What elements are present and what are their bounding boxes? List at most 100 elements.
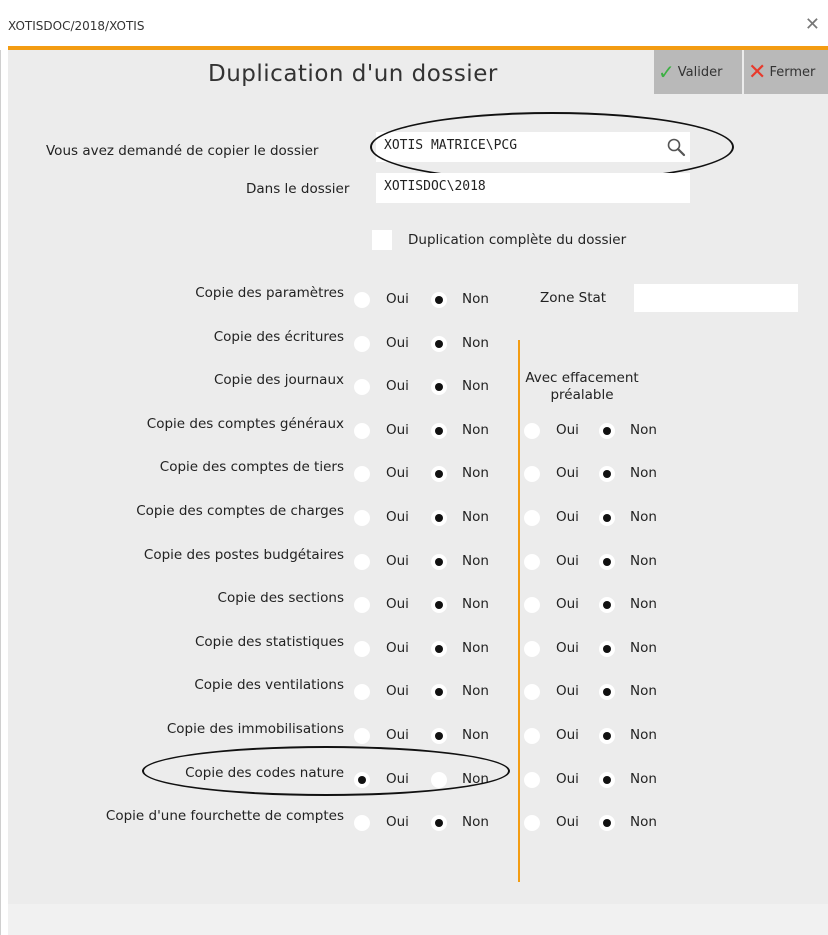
- option-row: Copie des ventilations Oui Non Oui Non: [8, 677, 828, 705]
- copy-oui-label: Oui: [386, 422, 409, 438]
- effacement-oui-label: Oui: [556, 683, 579, 699]
- copy-oui-radio[interactable]: [354, 379, 370, 395]
- copy-non-label: Non: [462, 640, 489, 656]
- option-row: Copie des paramètres Oui Non: [8, 285, 828, 313]
- copy-non-radio[interactable]: [431, 772, 447, 788]
- effacement-oui-radio[interactable]: [524, 423, 540, 439]
- copy-oui-radio[interactable]: [354, 772, 370, 788]
- effacement-non-radio[interactable]: [599, 728, 615, 744]
- effacement-oui-label: Oui: [556, 640, 579, 656]
- effacement-oui-radio[interactable]: [524, 684, 540, 700]
- copy-oui-label: Oui: [386, 553, 409, 569]
- option-row: Copie des comptes de tiers Oui Non Oui Non: [8, 459, 828, 487]
- copy-oui-radio[interactable]: [354, 423, 370, 439]
- copy-non-label: Non: [462, 291, 489, 307]
- copy-oui-radio[interactable]: [354, 728, 370, 744]
- option-label: Copie des comptes de charges: [136, 503, 344, 519]
- effacement-non-label: Non: [630, 640, 657, 656]
- dialog-title: Duplication d'un dossier: [208, 61, 498, 87]
- effacement-oui-radio[interactable]: [524, 554, 540, 570]
- effacement-oui-label: Oui: [556, 727, 579, 743]
- copy-non-radio[interactable]: [431, 815, 447, 831]
- option-row: Copie des comptes généraux Oui Non Oui Non: [8, 416, 828, 444]
- copy-oui-label: Oui: [386, 291, 409, 307]
- option-label: Copie des immobilisations: [166, 721, 344, 737]
- target-folder-input[interactable]: XOTISDOC\2018: [376, 173, 690, 203]
- copy-oui-radio[interactable]: [354, 336, 370, 352]
- effacement-non-radio[interactable]: [599, 597, 615, 613]
- full-copy-checkbox[interactable]: [372, 230, 392, 250]
- option-label: Copie des codes nature: [185, 765, 344, 781]
- option-row: Copie d'une fourchette de comptes Oui Non O…: [8, 808, 828, 836]
- option-row: Copie des statistiques Oui Non Oui Non: [8, 634, 828, 662]
- copy-non-radio[interactable]: [431, 510, 447, 526]
- copy-non-radio[interactable]: [431, 292, 447, 308]
- effacement-non-radio[interactable]: [599, 641, 615, 657]
- copy-oui-radio[interactable]: [354, 292, 370, 308]
- copy-oui-label: Oui: [386, 378, 409, 394]
- source-folder-value: XOTIS MATRICE\PCG: [384, 138, 518, 153]
- copy-non-radio[interactable]: [431, 728, 447, 744]
- copy-oui-radio[interactable]: [354, 597, 370, 613]
- effacement-non-label: Non: [630, 814, 657, 830]
- effacement-oui-radio[interactable]: [524, 772, 540, 788]
- effacement-oui-radio[interactable]: [524, 728, 540, 744]
- copy-oui-label: Oui: [386, 683, 409, 699]
- effacement-non-radio[interactable]: [599, 815, 615, 831]
- window-edge: [0, 50, 1, 935]
- fermer-button[interactable]: ✕ Fermer: [744, 50, 828, 94]
- copy-oui-radio[interactable]: [354, 466, 370, 482]
- search-icon[interactable]: [666, 137, 686, 157]
- effacement-non-radio[interactable]: [599, 684, 615, 700]
- effacement-oui-radio[interactable]: [524, 466, 540, 482]
- effacement-oui-radio[interactable]: [524, 597, 540, 613]
- copy-oui-radio[interactable]: [354, 641, 370, 657]
- effacement-non-radio[interactable]: [599, 466, 615, 482]
- effacement-non-label: Non: [630, 683, 657, 699]
- copy-oui-radio[interactable]: [354, 815, 370, 831]
- option-label: Copie des paramètres: [195, 285, 344, 301]
- copy-oui-label: Oui: [386, 727, 409, 743]
- copy-non-label: Non: [462, 465, 489, 481]
- copy-non-radio[interactable]: [431, 597, 447, 613]
- option-label: Copie des écritures: [213, 329, 344, 345]
- effacement-oui-radio[interactable]: [524, 815, 540, 831]
- copy-non-label: Non: [462, 422, 489, 438]
- valider-label: Valider: [677, 64, 723, 80]
- option-row: Copie des comptes de charges Oui Non Oui Non: [8, 503, 828, 531]
- effacement-non-label: Non: [630, 727, 657, 743]
- valider-button[interactable]: ✓ Valider: [654, 50, 742, 94]
- copy-oui-label: Oui: [386, 465, 409, 481]
- option-row: Copie des codes nature Oui Non Oui Non: [8, 765, 828, 793]
- effacement-oui-radio[interactable]: [524, 641, 540, 657]
- option-label: Copie des postes budgétaires: [143, 547, 344, 563]
- effacement-non-radio[interactable]: [599, 772, 615, 788]
- effacement-non-radio[interactable]: [599, 554, 615, 570]
- effacement-non-radio[interactable]: [599, 510, 615, 526]
- target-folder-value: XOTISDOC\2018: [384, 179, 486, 194]
- copy-non-radio[interactable]: [431, 684, 447, 700]
- copy-non-radio[interactable]: [431, 554, 447, 570]
- target-folder-label: Dans le dossier: [246, 181, 350, 197]
- copy-oui-radio[interactable]: [354, 510, 370, 526]
- copy-oui-label: Oui: [386, 509, 409, 525]
- option-row: Copie des postes budgétaires Oui Non Oui Non: [8, 547, 828, 575]
- option-row: Copie des sections Oui Non Oui Non: [8, 590, 828, 618]
- copy-non-radio[interactable]: [431, 336, 447, 352]
- effacement-non-radio[interactable]: [599, 423, 615, 439]
- effacement-oui-radio[interactable]: [524, 510, 540, 526]
- copy-non-label: Non: [462, 683, 489, 699]
- copy-oui-radio[interactable]: [354, 554, 370, 570]
- source-folder-input[interactable]: XOTIS MATRICE\PCG: [376, 132, 690, 162]
- copy-non-radio[interactable]: [431, 423, 447, 439]
- copy-non-radio[interactable]: [431, 466, 447, 482]
- close-icon[interactable]: ✕: [805, 14, 820, 35]
- copy-oui-radio[interactable]: [354, 684, 370, 700]
- copy-non-label: Non: [462, 378, 489, 394]
- copy-non-radio[interactable]: [431, 379, 447, 395]
- effacement-non-label: Non: [630, 465, 657, 481]
- cross-icon: ✕: [748, 59, 767, 85]
- effacement-oui-label: Oui: [556, 814, 579, 830]
- effacement-oui-label: Oui: [556, 553, 579, 569]
- copy-non-radio[interactable]: [431, 641, 447, 657]
